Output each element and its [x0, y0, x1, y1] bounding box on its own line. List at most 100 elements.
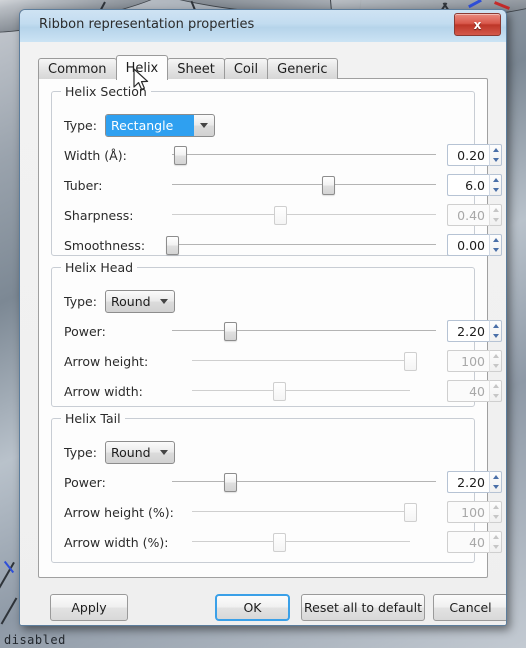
tab-coil[interactable]: Coil: [223, 58, 269, 79]
group-title: Helix Head: [61, 260, 138, 275]
tab-sheet[interactable]: Sheet: [167, 58, 225, 79]
spinbox[interactable]: 2.20: [447, 471, 502, 493]
spinbox-up-icon[interactable]: [490, 502, 501, 512]
spinbox[interactable]: 40: [447, 380, 502, 402]
slider[interactable]: [172, 320, 436, 342]
spinbox-value[interactable]: 6.0: [447, 174, 489, 196]
spinbox-buttons: [489, 380, 502, 402]
slider-handle[interactable]: [274, 206, 288, 225]
slider-handle[interactable]: [173, 146, 187, 165]
row-type: Type: Round: [52, 290, 474, 314]
slider[interactable]: [172, 174, 436, 196]
spinbox-up-icon[interactable]: [490, 205, 501, 215]
spinbox-down-icon[interactable]: [490, 185, 501, 195]
slider[interactable]: [192, 531, 410, 553]
slider-track[interactable]: [172, 214, 436, 215]
spinbox-up-icon[interactable]: [490, 351, 501, 361]
combobox-type[interactable]: Round: [105, 290, 175, 313]
slider-track[interactable]: [172, 184, 436, 185]
cancel-button[interactable]: Cancel: [433, 594, 506, 621]
spinbox-up-icon[interactable]: [490, 381, 501, 391]
spinbox[interactable]: 0.00: [447, 234, 502, 256]
spinbox-buttons: [489, 531, 502, 553]
spinbox[interactable]: 0.40: [447, 204, 502, 226]
combobox-type[interactable]: Rectangle: [105, 114, 215, 137]
slider-handle[interactable]: [273, 533, 287, 552]
slider-track[interactable]: [172, 244, 436, 245]
slider-handle[interactable]: [166, 236, 179, 255]
close-icon[interactable]: x: [454, 13, 501, 36]
slider[interactable]: [192, 380, 410, 402]
row-label: Width (Å):: [64, 148, 127, 163]
slider-handle[interactable]: [321, 176, 335, 195]
tab-helix[interactable]: Helix: [115, 55, 169, 80]
slider[interactable]: [172, 204, 436, 226]
tab-label: Generic: [277, 61, 328, 77]
spinbox-value[interactable]: 100: [447, 501, 489, 523]
spinbox-value[interactable]: 0.00: [447, 234, 489, 256]
spinbox-up-icon[interactable]: [490, 532, 501, 542]
slider-track[interactable]: [172, 481, 436, 482]
reset-all-to-default-button[interactable]: Reset all to default: [301, 594, 425, 621]
spinbox-value[interactable]: 0.20: [447, 144, 489, 166]
slider[interactable]: [166, 234, 436, 256]
row-arrow-width: Arrow width:40%: [52, 380, 502, 404]
spinbox[interactable]: 2.20: [447, 320, 502, 342]
spinbox[interactable]: 100: [447, 501, 502, 523]
spinbox[interactable]: 0.20: [447, 144, 502, 166]
spinbox-down-icon[interactable]: [490, 512, 501, 522]
spinbox-down-icon[interactable]: [490, 245, 501, 255]
slider-handle[interactable]: [224, 322, 238, 341]
tab-generic[interactable]: Generic: [267, 58, 338, 79]
slider[interactable]: [172, 471, 436, 493]
slider-track[interactable]: [172, 330, 436, 331]
spinbox[interactable]: 100: [447, 350, 502, 372]
spinbox[interactable]: 40: [447, 531, 502, 553]
slider[interactable]: [192, 350, 417, 372]
row-smoothness: Smoothness: 0.00: [52, 234, 502, 258]
apply-button[interactable]: Apply: [50, 594, 128, 621]
spinbox-down-icon[interactable]: [490, 155, 501, 165]
slider[interactable]: [192, 501, 417, 523]
slider-handle[interactable]: [404, 352, 417, 371]
row-label: Arrow width:: [64, 384, 143, 399]
dialog-titlebar[interactable]: Ribbon representation properties x: [20, 10, 506, 43]
slider[interactable]: [172, 144, 436, 166]
spinbox-buttons: [489, 350, 502, 372]
spinbox-buttons: [489, 320, 502, 342]
slider-handle[interactable]: [224, 473, 238, 492]
slider-track[interactable]: [172, 154, 436, 155]
slider-track[interactable]: [192, 511, 410, 512]
slider-track[interactable]: [192, 390, 410, 391]
spinbox-down-icon[interactable]: [490, 361, 501, 371]
spinbox-value[interactable]: 40: [447, 531, 489, 553]
spinbox-value[interactable]: 40: [447, 380, 489, 402]
slider-track[interactable]: [192, 541, 410, 542]
chevron-down-icon[interactable]: [194, 115, 214, 136]
spinbox-value[interactable]: 0.40: [447, 204, 489, 226]
spinbox-down-icon[interactable]: [490, 331, 501, 341]
combobox-type[interactable]: Round: [105, 441, 175, 464]
spinbox-up-icon[interactable]: [490, 235, 501, 245]
spinbox-value[interactable]: 100: [447, 350, 489, 372]
spinbox-up-icon[interactable]: [490, 145, 501, 155]
spinbox-down-icon[interactable]: [490, 542, 501, 552]
ok-button[interactable]: OK: [215, 594, 290, 621]
tab-common[interactable]: Common: [38, 58, 117, 79]
chevron-down-icon[interactable]: [154, 291, 174, 312]
chevron-down-icon[interactable]: [154, 442, 174, 463]
row-type: Type: Rectangle: [52, 114, 474, 138]
slider-track[interactable]: [192, 360, 410, 361]
combobox-value: Round: [111, 294, 151, 309]
spinbox-up-icon[interactable]: [490, 321, 501, 331]
spinbox-value[interactable]: 2.20: [447, 320, 489, 342]
spinbox-up-icon[interactable]: [490, 175, 501, 185]
spinbox-down-icon[interactable]: [490, 482, 501, 492]
spinbox[interactable]: 6.0: [447, 174, 502, 196]
slider-handle[interactable]: [404, 503, 417, 522]
spinbox-value[interactable]: 2.20: [447, 471, 489, 493]
spinbox-down-icon[interactable]: [490, 215, 501, 225]
spinbox-up-icon[interactable]: [490, 472, 501, 482]
spinbox-down-icon[interactable]: [490, 391, 501, 401]
slider-handle[interactable]: [273, 382, 287, 401]
